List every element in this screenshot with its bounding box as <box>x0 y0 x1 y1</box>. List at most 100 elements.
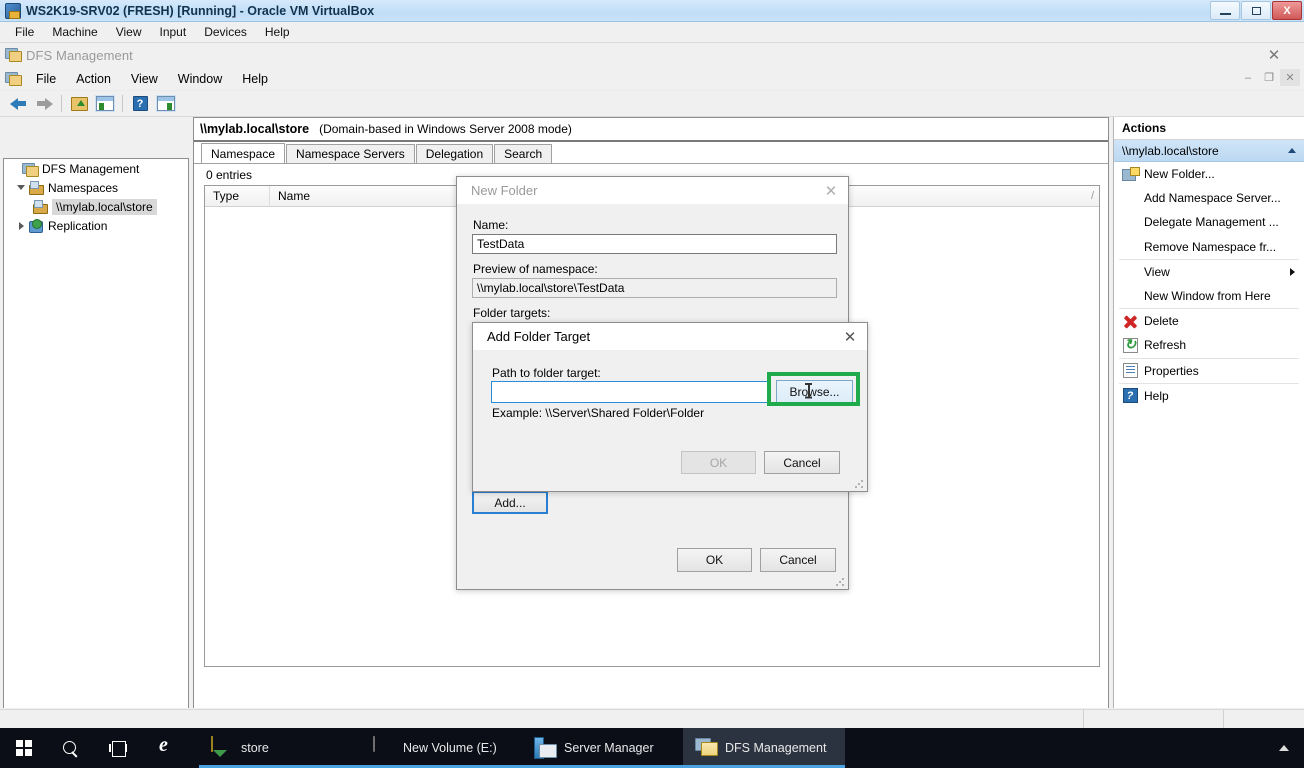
tree-item-label: \\mylab.local\store <box>52 198 157 215</box>
up-one-level-icon[interactable] <box>66 93 92 115</box>
vb-menu-machine[interactable]: Machine <box>43 23 106 41</box>
resize-grip[interactable] <box>835 577 845 587</box>
taskbar-item-dfs-management[interactable]: DFS Management <box>683 728 845 768</box>
tree-twisty-expanded[interactable] <box>14 185 28 190</box>
column-header-type[interactable]: Type <box>205 185 270 207</box>
ok-label: OK <box>705 553 724 567</box>
mmc-window-title: DFS Management <box>26 47 133 63</box>
tree-item-dfs-management[interactable]: DFS Management <box>4 159 188 178</box>
server-manager-icon <box>534 737 556 759</box>
tab-namespace-servers[interactable]: Namespace Servers <box>286 144 415 163</box>
add-folder-target-title: Add Folder Target <box>487 329 591 344</box>
vb-menu-input[interactable]: Input <box>151 23 196 41</box>
action-delete[interactable]: Delete <box>1114 309 1304 333</box>
tree-item-replication[interactable]: Replication <box>4 216 188 235</box>
tree-item-label: DFS Management <box>42 161 140 176</box>
internet-explorer-icon <box>155 737 177 759</box>
vb-menu-view[interactable]: View <box>107 23 151 41</box>
show-hide-action-pane-icon[interactable] <box>153 93 179 115</box>
vb-menu-devices[interactable]: Devices <box>195 23 256 41</box>
close-icon[interactable]: ✕ <box>833 323 867 351</box>
child-minimize-button[interactable]: – <box>1238 69 1258 86</box>
mmc-menu-window[interactable]: Window <box>168 69 232 89</box>
virtualbox-titlebar: WS2K19-SRV02 (FRESH) [Running] - Oracle … <box>0 0 1304 22</box>
restore-button[interactable] <box>1241 1 1271 20</box>
action-properties[interactable]: Properties <box>1114 359 1304 383</box>
browse-button[interactable]: Browse... <box>776 380 853 404</box>
mmc-close-icon[interactable]: ✕ <box>1264 46 1284 64</box>
content-header: \\mylab.local\store (Domain-based in Win… <box>194 118 1108 142</box>
screen: WS2K19-SRV02 (FRESH) [Running] - Oracle … <box>0 0 1304 768</box>
new-folder-dialog-titlebar: New Folder ✕ <box>457 177 848 205</box>
virtualbox-window-title: WS2K19-SRV02 (FRESH) [Running] - Oracle … <box>26 3 375 18</box>
folder-targets-label: Folder targets: <box>473 306 551 320</box>
forward-arrow-icon[interactable] <box>31 93 57 115</box>
dfs-management-icon <box>5 47 22 62</box>
action-new-folder[interactable]: New Folder... <box>1114 162 1304 186</box>
taskbar-item-server-manager[interactable]: Server Manager <box>522 728 683 768</box>
mmc-menu-file[interactable]: File <box>26 69 66 89</box>
show-hidden-icons-chevron[interactable] <box>1264 728 1304 768</box>
tree-twisty-collapsed[interactable] <box>14 221 28 230</box>
taskbar-item-new-volume[interactable]: New Volume (E:) <box>361 728 522 768</box>
back-arrow-icon[interactable] <box>5 93 31 115</box>
child-close-button[interactable]: ✕ <box>1280 69 1300 86</box>
mmc-menu-help[interactable]: Help <box>232 69 278 89</box>
taskbar-item-label: store <box>241 741 269 755</box>
action-new-window-from-here[interactable]: New Window from Here <box>1114 284 1304 308</box>
mmc-menu-action[interactable]: Action <box>66 69 121 89</box>
actions-pane: Actions \\mylab.local\store New Folder..… <box>1113 117 1304 708</box>
tab-delegation[interactable]: Delegation <box>415 144 494 163</box>
new-folder-cancel-button[interactable]: Cancel <box>760 548 836 572</box>
start-button[interactable] <box>0 728 47 768</box>
vb-menu-help[interactable]: Help <box>256 23 299 41</box>
tree-item-namespaces[interactable]: Namespaces <box>4 178 188 197</box>
namespace-mode-label: (Domain-based in Windows Server 2008 mod… <box>319 122 572 136</box>
refresh-icon <box>1120 336 1140 354</box>
close-button[interactable]: X <box>1272 1 1302 20</box>
action-label: Delegate Management ... <box>1144 215 1279 230</box>
action-add-namespace-server[interactable]: Add Namespace Server... <box>1114 186 1304 210</box>
mmc-menu-view[interactable]: View <box>121 69 168 89</box>
new-folder-ok-button[interactable]: OK <box>677 548 752 572</box>
add-target-button[interactable]: Add... <box>472 491 548 514</box>
properties-icon <box>1120 362 1140 380</box>
collapse-caret-icon[interactable] <box>1288 148 1296 153</box>
folder-name-input[interactable]: TestData <box>472 234 837 254</box>
add-folder-target-cancel-button[interactable]: Cancel <box>764 451 840 474</box>
action-help[interactable]: ? Help <box>1114 384 1304 408</box>
submenu-arrow-icon <box>1290 267 1295 276</box>
tab-bar: Namespace Namespace Servers Delegation S… <box>194 142 1108 163</box>
sidebar-item-namespace-store[interactable]: \\mylab.local\store <box>4 197 188 216</box>
resize-grip[interactable] <box>854 479 864 489</box>
action-label: Delete <box>1144 314 1179 329</box>
tab-namespace[interactable]: Namespace <box>201 143 286 163</box>
actions-group-header[interactable]: \\mylab.local\store <box>1114 140 1304 162</box>
taskbar-item-store[interactable]: store <box>199 728 361 768</box>
action-view[interactable]: View <box>1114 260 1304 284</box>
action-delegate-management[interactable]: Delegate Management ... <box>1114 210 1304 234</box>
add-folder-target-ok-button[interactable]: OK <box>681 451 756 474</box>
tab-search[interactable]: Search <box>494 144 553 163</box>
child-restore-button[interactable]: ❐ <box>1259 69 1279 86</box>
search-icon[interactable] <box>47 728 94 768</box>
action-refresh[interactable]: Refresh <box>1114 333 1304 357</box>
taskbar-item-label: DFS Management <box>725 741 827 755</box>
action-label: New Window from Here <box>1144 289 1271 304</box>
column-resize-grip[interactable]: / <box>1091 190 1094 202</box>
action-icon-placeholder <box>1120 213 1140 231</box>
taskbar-item-internet-explorer[interactable] <box>141 728 199 768</box>
page-title: \\mylab.local\store <box>200 122 310 136</box>
help-icon[interactable]: ? <box>127 93 153 115</box>
example-path-label: Example: \\Server\Shared Folder\Folder <box>492 406 705 420</box>
minimize-button[interactable] <box>1210 1 1240 20</box>
action-icon-placeholder <box>1120 189 1140 207</box>
vb-menu-file[interactable]: File <box>6 23 43 41</box>
close-icon[interactable]: ✕ <box>814 177 848 205</box>
dfs-management-icon <box>695 737 717 759</box>
task-view-icon[interactable] <box>94 728 141 768</box>
folder-target-path-input[interactable] <box>491 381 768 403</box>
show-hide-console-tree-icon[interactable] <box>92 93 118 115</box>
action-remove-namespace[interactable]: Remove Namespace fr... <box>1114 235 1304 259</box>
action-label: Remove Namespace fr... <box>1144 239 1277 254</box>
